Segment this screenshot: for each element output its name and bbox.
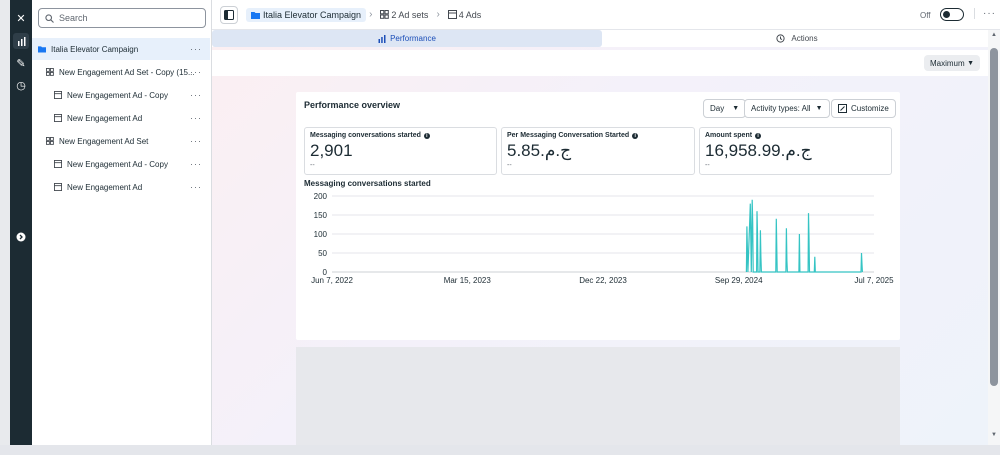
- tree-item-label: Italia Elevator Campaign: [51, 44, 139, 54]
- customize-button[interactable]: Customize: [831, 99, 896, 118]
- maximum-dropdown[interactable]: Maximum ▼: [924, 55, 980, 71]
- vertical-scrollbar[interactable]: ▲ ▼: [988, 30, 1000, 445]
- day-dropdown[interactable]: Day ▼: [703, 99, 747, 118]
- metric-comparison: --: [705, 162, 710, 169]
- tree-item-label: New Engagement Ad: [67, 113, 143, 123]
- x-tick-label: Sep 29, 2024: [715, 276, 763, 285]
- ad-icon: [54, 160, 62, 168]
- more-options-icon[interactable]: ···: [974, 8, 996, 19]
- status-label: Off: [920, 11, 931, 20]
- tree-item-ad[interactable]: New Engagement Ad ···: [32, 107, 210, 129]
- info-icon[interactable]: i: [632, 132, 639, 139]
- card-title: Performance overview: [304, 100, 401, 110]
- more-options-icon[interactable]: ···: [190, 159, 202, 169]
- ad-icon: [54, 183, 62, 191]
- chart-icon[interactable]: [13, 33, 29, 49]
- clock-icon[interactable]: ◷: [13, 77, 29, 93]
- tree-item-adset[interactable]: New Engagement Ad Set ···: [32, 130, 210, 152]
- sidebar-toggle-icon[interactable]: [220, 5, 238, 24]
- bottom-edge: [0, 445, 1000, 455]
- caret-down-icon: ▼: [967, 59, 974, 67]
- tree-item-ad[interactable]: New Engagement Ad - Copy ···: [32, 153, 210, 175]
- more-options-icon[interactable]: ···: [190, 136, 202, 146]
- folder-icon: [38, 46, 46, 53]
- tree-item-ad[interactable]: New Engagement Ad - Copy ···: [32, 84, 210, 106]
- x-tick-label: Mar 15, 2023: [444, 276, 492, 285]
- tree-item-label: New Engagement Ad - Copy: [67, 90, 168, 100]
- search-input[interactable]: Search: [38, 8, 206, 28]
- chart-title: Messaging conversations started: [304, 179, 431, 188]
- customize-icon: [838, 104, 847, 113]
- campaign-tree-panel: Search Italia Elevator Campaign ··· New En…: [32, 0, 212, 445]
- more-options-icon[interactable]: ···: [190, 67, 202, 77]
- close-icon[interactable]: ✕: [13, 10, 29, 26]
- metric-card-cost-per-conversation: Per Messaging Conversation Started i 5.85…: [501, 127, 695, 175]
- info-icon[interactable]: i: [423, 132, 430, 139]
- tree-item-label: New Engagement Ad Set: [59, 136, 149, 146]
- expand-panel-icon[interactable]: [13, 229, 29, 245]
- y-tick-label: 200: [314, 192, 328, 201]
- window-edge: [0, 0, 10, 455]
- scrollbar-thumb[interactable]: [990, 48, 998, 386]
- tree-item-adset[interactable]: New Engagement Ad Set - Copy (15... ···: [32, 61, 210, 83]
- main-content: Maximum ▼ Performance overview Day ▼ Act…: [212, 47, 988, 445]
- tree-item-campaign[interactable]: Italia Elevator Campaign ···: [32, 38, 210, 60]
- y-tick-label: 100: [314, 230, 328, 239]
- grid-icon: [380, 10, 390, 19]
- history-icon: [776, 34, 785, 43]
- pencil-icon[interactable]: ✎: [13, 55, 29, 71]
- more-options-icon[interactable]: ···: [190, 113, 202, 123]
- metric-comparison: --: [310, 162, 315, 169]
- breadcrumb-ads[interactable]: 4 Ads: [443, 8, 487, 22]
- tab-actions[interactable]: Actions: [602, 30, 992, 47]
- series-line: [745, 199, 863, 273]
- breadcrumb-campaign[interactable]: Italia Elevator Campaign: [246, 7, 367, 22]
- x-tick-label: Jun 7, 2022: [311, 276, 353, 285]
- metric-card-conversations: Messaging conversations started i 2,901 -…: [304, 127, 497, 175]
- x-tick-label: Jul 7, 2025: [854, 276, 894, 285]
- tab-bar: Performance Actions: [212, 30, 988, 47]
- caret-down-icon: ▼: [815, 105, 823, 112]
- tree-item-label: New Engagement Ad: [67, 182, 143, 192]
- loading-placeholder: [296, 347, 900, 445]
- top-bar: Italia Elevator Campaign › 2 Ad sets › 4…: [212, 0, 1000, 30]
- x-tick-label: Dec 22, 2023: [579, 276, 627, 285]
- scroll-up-icon[interactable]: ▲: [991, 32, 997, 38]
- tab-performance[interactable]: Performance: [212, 30, 602, 47]
- ad-icon: [54, 91, 62, 99]
- grid-icon: [46, 68, 54, 76]
- y-tick-label: 150: [314, 211, 328, 220]
- conversations-line-chart: 050100150200Jun 7, 2022 Mar 15, 2023 Dec 2…: [311, 192, 894, 285]
- campaign-toggle[interactable]: [940, 8, 964, 21]
- metric-value: 16,958.99‏ج.م.‏: [705, 141, 812, 160]
- performance-overview-card: Performance overview Day ▼ Activity type…: [296, 92, 900, 340]
- tree-item-ad[interactable]: New Engagement Ad ···: [32, 176, 210, 198]
- more-options-icon[interactable]: ···: [190, 182, 202, 192]
- more-options-icon[interactable]: ···: [190, 44, 202, 54]
- search-placeholder: Search: [59, 13, 88, 23]
- y-tick-label: 50: [318, 249, 327, 258]
- caret-down-icon: ▼: [732, 105, 740, 112]
- attribution-bar: Maximum ▼: [212, 50, 988, 76]
- tree-item-label: New Engagement Ad Set - Copy (15...: [59, 67, 195, 77]
- metric-card-amount-spent: Amount spent i 16,958.99‏ج.م.‏ --: [699, 127, 892, 175]
- ad-icon: [447, 10, 457, 19]
- more-options-icon[interactable]: ···: [190, 90, 202, 100]
- metric-value: 5.85‏ج.م.‏: [507, 141, 572, 160]
- scroll-down-icon[interactable]: ▼: [991, 432, 997, 438]
- bar-chart-icon: [378, 34, 386, 43]
- breadcrumb-adsets[interactable]: 2 Ad sets: [375, 8, 433, 22]
- search-icon: [45, 13, 54, 23]
- info-icon[interactable]: i: [755, 132, 762, 139]
- folder-icon: [251, 11, 260, 19]
- chevron-right-icon: ›: [369, 9, 373, 20]
- metric-value: 2,901: [310, 141, 353, 160]
- grid-icon: [46, 137, 54, 145]
- tree-item-label: New Engagement Ad - Copy: [67, 159, 168, 169]
- ad-icon: [54, 114, 62, 122]
- chevron-right-icon: ›: [436, 9, 440, 20]
- left-rail: ✕ ✎ ◷: [10, 0, 32, 445]
- activity-types-dropdown[interactable]: Activity types: All ▼: [744, 99, 830, 118]
- metric-comparison: --: [507, 162, 512, 169]
